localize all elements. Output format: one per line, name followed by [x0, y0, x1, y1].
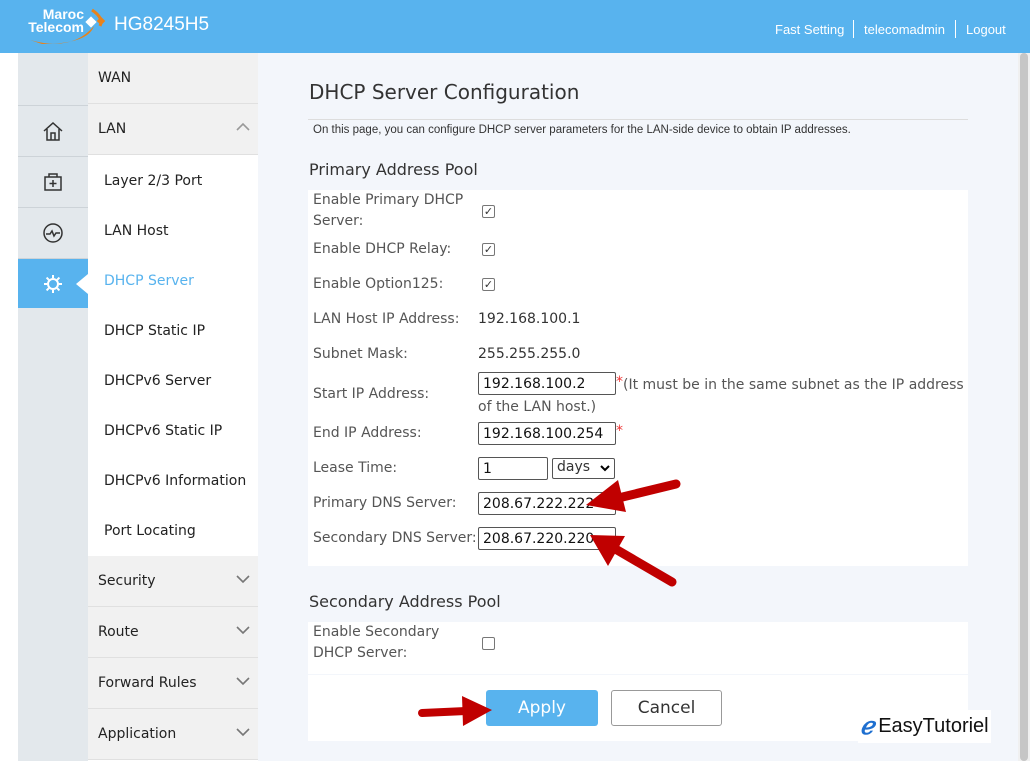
diagnose-nav[interactable] [18, 207, 88, 257]
menu-dhcp-server[interactable]: DHCP Server [88, 256, 258, 306]
menu: WAN LAN Layer 2/3 Port LAN Host DHCP Ser… [88, 53, 258, 761]
enable-secondary-checkbox[interactable] [482, 637, 495, 650]
diagnose-icon [43, 222, 63, 243]
menu-forward-rules-label: Forward Rules [98, 675, 197, 691]
menu-port-locating[interactable]: Port Locating [88, 506, 258, 556]
menu-dhcpv6-server[interactable]: DHCPv6 Server [88, 356, 258, 406]
subnet-mask-label: Subnet Mask: [313, 346, 408, 362]
chevron-down-icon [236, 728, 250, 737]
page-description: On this page, you can configure DHCP ser… [313, 124, 851, 136]
chevron-down-icon [236, 575, 250, 584]
menu-wan[interactable]: WAN [88, 53, 258, 104]
easytutoriel-logo-icon: ℯ [860, 714, 875, 740]
page-title: DHCP Server Configuration [309, 80, 580, 104]
home-icon [43, 121, 63, 141]
lease-time-label: Lease Time: [313, 460, 398, 476]
toolbox-icon [44, 172, 62, 191]
menu-route-label: Route [98, 624, 139, 640]
logout-link[interactable]: Logout [966, 22, 1006, 37]
menu-dhcpv6-information[interactable]: DHCPv6 Information [88, 456, 258, 506]
apply-button[interactable]: Apply [486, 690, 598, 726]
menu-forward-rules[interactable]: Forward Rules [88, 658, 258, 709]
required-mark: * [616, 423, 623, 439]
enable-primary-label: Enable Primary DHCP Server: [313, 192, 464, 229]
menu-lan-label: LAN [98, 121, 127, 137]
icon-sidebar [18, 53, 88, 761]
enable-primary-checkbox[interactable]: ✓ [482, 205, 495, 218]
primary-pool-heading: Primary Address Pool [309, 160, 478, 179]
end-ip-label: End IP Address: [313, 425, 422, 441]
enable-relay-checkbox[interactable]: ✓ [482, 243, 495, 256]
enable-secondary-label: Enable Secondary DHCP Server: [313, 624, 440, 661]
fast-setting-link[interactable]: Fast Setting [775, 22, 844, 37]
menu-dhcpv6-static-ip[interactable]: DHCPv6 Static IP [88, 406, 258, 456]
device-model: HG8245H5 [114, 14, 210, 35]
secondary-dns-label: Secondary DNS Server: [313, 530, 477, 546]
start-ip-note: (It must be in the same subnet as the IP… [478, 377, 964, 415]
start-ip-label: Start IP Address: [313, 386, 430, 402]
subnet-mask-value: 255.255.255.0 [478, 346, 581, 362]
menu-layer23-port[interactable]: Layer 2/3 Port [88, 156, 258, 206]
advanced-nav[interactable] [18, 258, 88, 308]
menu-dhcp-static-ip[interactable]: DHCP Static IP [88, 306, 258, 356]
menu-application[interactable]: Application [88, 709, 258, 760]
gear-icon [44, 274, 62, 293]
menu-security[interactable]: Security [88, 556, 258, 607]
chevron-up-icon [236, 122, 250, 131]
menu-lan[interactable]: LAN [88, 104, 258, 155]
toolbox-nav[interactable] [18, 156, 88, 206]
secondary-dns-input[interactable] [478, 527, 616, 550]
chevron-down-icon [236, 677, 250, 686]
menu-application-label: Application [98, 726, 177, 742]
primary-dns-input[interactable] [478, 492, 616, 515]
primary-dns-label: Primary DNS Server: [313, 495, 457, 511]
watermark-text: EasyTutoriel [878, 715, 989, 737]
end-ip-input[interactable] [478, 422, 616, 445]
menu-security-label: Security [98, 573, 156, 589]
lan-host-ip-label: LAN Host IP Address: [313, 311, 460, 327]
lease-unit-value: days [557, 459, 591, 475]
enable-option125-label: Enable Option125: [313, 276, 444, 292]
watermark: ℯ EasyTutoriel [858, 710, 991, 743]
cancel-button[interactable]: Cancel [611, 690, 722, 726]
header: Maroc Telecom HG8245H5 Fast Setting telec… [0, 0, 1030, 53]
home-nav[interactable] [18, 105, 88, 155]
scrollbar-thumb[interactable] [1020, 53, 1028, 761]
user-link[interactable]: telecomadmin [864, 22, 945, 37]
lan-host-ip-value: 192.168.100.1 [478, 311, 581, 327]
divider [308, 119, 968, 120]
enable-relay-label: Enable DHCP Relay: [313, 241, 452, 257]
secondary-pool-heading: Secondary Address Pool [309, 592, 501, 611]
enable-option125-checkbox[interactable]: ✓ [482, 278, 495, 291]
menu-route[interactable]: Route [88, 607, 258, 658]
chevron-down-icon [600, 465, 610, 472]
brand-line2: Telecom [28, 19, 84, 35]
chevron-down-icon [236, 626, 250, 635]
scrollbar[interactable] [1018, 53, 1030, 761]
menu-lan-host[interactable]: LAN Host [88, 206, 258, 256]
lease-time-input[interactable] [478, 457, 548, 480]
maroc-telecom-logo: Maroc Telecom [22, 4, 112, 44]
lease-unit-select[interactable]: days [552, 458, 615, 479]
